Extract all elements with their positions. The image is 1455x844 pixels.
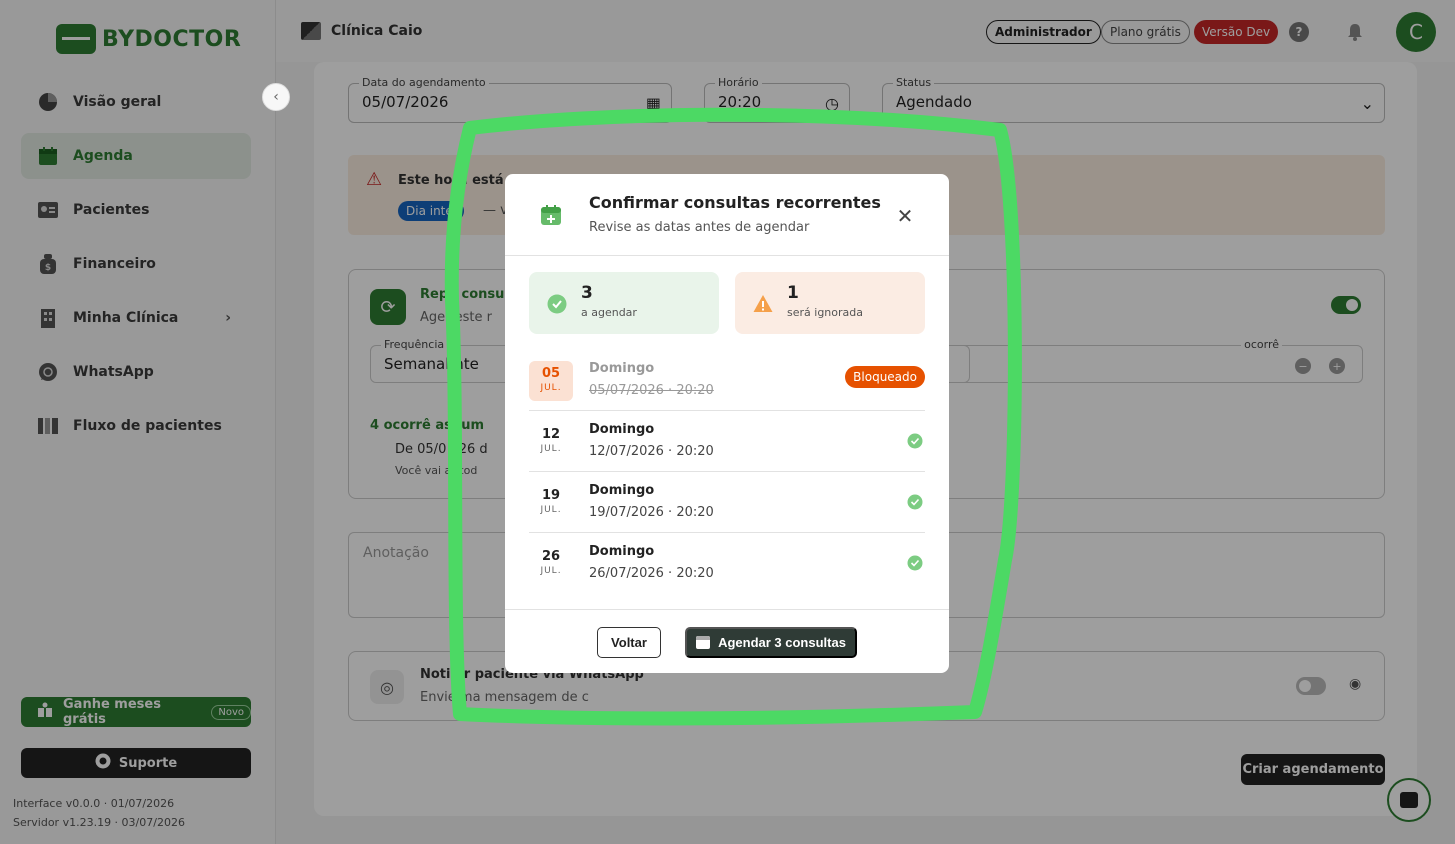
row-weekday: Domingo xyxy=(589,483,655,498)
stat-warn-count: 1 xyxy=(787,283,799,303)
modal-header: Confirmar consultas recorrentes Revise a… xyxy=(505,174,949,256)
occurrence-row: 12 JUL. Domingo 12/07/2026 · 20:20 xyxy=(529,411,925,472)
calendar-icon xyxy=(696,636,711,649)
check-circle-icon xyxy=(907,494,923,510)
recurring-confirm-modal: Confirmar consultas recorrentes Revise a… xyxy=(505,174,949,673)
date-month: JUL. xyxy=(540,383,562,393)
occurrence-row: 19 JUL. Domingo 19/07/2026 · 20:20 xyxy=(529,472,925,533)
schedule-button-label: Agendar 3 consultas xyxy=(718,635,846,650)
date-month: JUL. xyxy=(540,444,562,454)
date-month: JUL. xyxy=(540,566,562,576)
date-day: 19 xyxy=(541,488,561,503)
occurrence-row: 05 JUL. Domingo 05/07/2026 · 20:20 Bloqu… xyxy=(529,350,925,411)
stat-warn-label: será ignorada xyxy=(787,306,863,319)
date-badge: 12 JUL. xyxy=(529,422,573,462)
date-badge: 19 JUL. xyxy=(529,483,573,523)
calendar-plus-icon xyxy=(541,205,561,225)
row-datetime: 12/07/2026 · 20:20 xyxy=(589,444,714,459)
date-badge: 26 JUL. xyxy=(529,544,573,584)
date-day: 05 xyxy=(541,366,561,381)
modal-footer: Voltar Agendar 3 consultas xyxy=(505,609,949,673)
date-day: 12 xyxy=(541,427,561,442)
stat-ok-label: a agendar xyxy=(581,306,637,319)
check-circle-icon xyxy=(907,555,923,571)
row-datetime: 05/07/2026 · 20:20 xyxy=(589,383,714,398)
occurrence-row: 26 JUL. Domingo 26/07/2026 · 20:20 xyxy=(529,533,925,594)
date-month: JUL. xyxy=(540,505,562,515)
check-circle-icon xyxy=(907,433,923,449)
modal-subtitle: Revise as datas antes de agendar xyxy=(589,220,810,235)
stat-to-schedule: 3 a agendar xyxy=(529,272,719,334)
date-badge: 05 JUL. xyxy=(529,361,573,401)
row-weekday: Domingo xyxy=(589,544,655,559)
warning-icon xyxy=(753,295,773,312)
row-datetime: 26/07/2026 · 20:20 xyxy=(589,566,714,581)
row-datetime: 19/07/2026 · 20:20 xyxy=(589,505,714,520)
schedule-button[interactable]: Agendar 3 consultas xyxy=(685,627,857,658)
sidebar-collapse-button[interactable]: ‹ xyxy=(262,83,290,111)
check-circle-icon xyxy=(547,294,567,314)
stat-ok-count: 3 xyxy=(581,283,593,303)
back-button[interactable]: Voltar xyxy=(597,627,661,658)
close-icon[interactable]: ✕ xyxy=(893,204,917,228)
stat-ignored: 1 será ignorada xyxy=(735,272,925,334)
blocked-badge: Bloqueado xyxy=(845,366,925,388)
modal-title: Confirmar consultas recorrentes xyxy=(589,193,881,212)
date-day: 26 xyxy=(541,549,561,564)
row-weekday: Domingo xyxy=(589,422,655,437)
row-weekday: Domingo xyxy=(589,361,655,376)
chevron-left-icon: ‹ xyxy=(273,89,279,105)
